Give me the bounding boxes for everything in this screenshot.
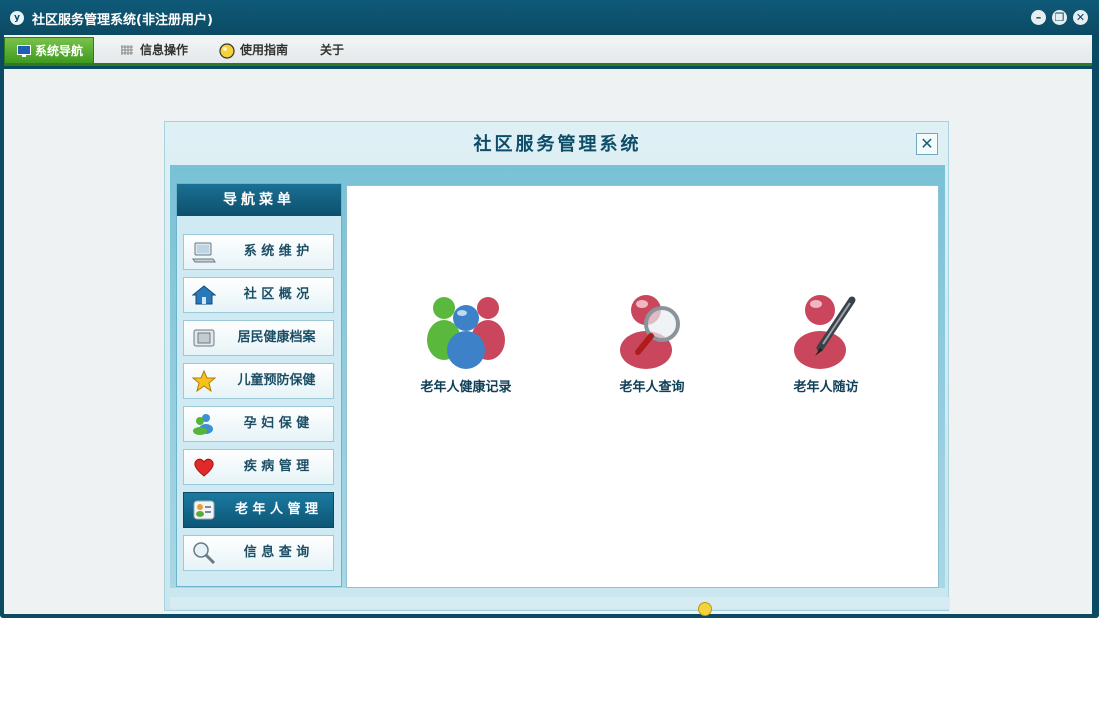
content-panel: 老年人健康记录 老年人查询 老年人随访 xyxy=(346,185,939,588)
menu-bar: 系统导航 信息操作 使用指南 关于 xyxy=(4,35,1092,66)
dialog-title: 社区服务管理系统 xyxy=(473,134,642,155)
tile-elderly-search[interactable]: 老年人查询 xyxy=(577,290,727,400)
nav-item-label: 居民健康档案 xyxy=(237,330,316,345)
folder-icon xyxy=(193,329,215,347)
nav-dialog: 社区服务管理系统 ✕ 导航菜单 系 统 维 护 社 区 概 况 居民健康档案 儿… xyxy=(164,121,950,616)
nav-item-system-maintenance[interactable]: 系 统 维 护 xyxy=(183,234,334,270)
tile-label: 老年人健康记录 xyxy=(420,380,512,395)
menu-item-label: 信息操作 xyxy=(140,43,189,57)
nav-item-label: 系 统 维 护 xyxy=(243,244,310,259)
menu-item-label: 使用指南 xyxy=(240,43,289,57)
contacts-icon xyxy=(193,500,215,520)
user-edit-icon xyxy=(794,295,856,369)
main-workspace: 社区服务管理系统 ✕ 导航菜单 系 统 维 护 社 区 概 况 居民健康档案 儿… xyxy=(4,69,1092,616)
nav-item-disease-management[interactable]: 疾 病 管 理 xyxy=(183,449,334,485)
nav-item-label: 社 区 概 况 xyxy=(243,287,310,302)
nav-menu-header: 导航菜单 xyxy=(177,184,341,216)
star-icon xyxy=(192,370,216,392)
dialog-close-button[interactable]: ✕ xyxy=(916,133,938,155)
magnifier-icon xyxy=(193,542,216,564)
close-window-button[interactable]: ✕ xyxy=(1073,10,1088,25)
menu-item-info-ops[interactable]: 信息操作 xyxy=(116,37,188,64)
nav-menu: 导航菜单 系 统 维 护 社 区 概 况 居民健康档案 儿童预防保健 孕 妇 保… xyxy=(176,183,342,587)
app-logo-icon: y xyxy=(10,11,24,25)
restore-button[interactable]: ❐ xyxy=(1052,10,1067,25)
window-title: 社区服务管理系统(非注册用户) xyxy=(32,13,213,28)
status-dot-icon xyxy=(698,602,712,616)
tile-elderly-followup[interactable]: 老年人随访 xyxy=(751,290,901,400)
users-group-icon xyxy=(427,297,505,369)
tile-elderly-health-records[interactable]: 老年人健康记录 xyxy=(391,290,541,400)
tile-label: 老年人随访 xyxy=(793,380,859,395)
nav-item-maternal-care[interactable]: 孕 妇 保 健 xyxy=(183,406,334,442)
menu-item-user-guide[interactable]: 使用指南 xyxy=(216,37,288,64)
dialog-footer xyxy=(170,597,950,616)
people-icon xyxy=(193,414,213,435)
title-bar[interactable]: y 社区服务管理系统(非注册用户) – ❐ ✕ xyxy=(0,0,1099,35)
menu-item-label: 关于 xyxy=(320,43,345,57)
nav-item-label: 信 息 查 询 xyxy=(243,545,310,560)
menu-item-label: 系统导航 xyxy=(35,44,84,58)
nav-item-elderly-management[interactable]: 老 年 人 管 理 xyxy=(183,492,334,528)
menu-item-about[interactable]: 关于 xyxy=(320,37,344,64)
nav-item-label: 老 年 人 管 理 xyxy=(234,502,319,517)
dialog-body: 导航菜单 系 统 维 护 社 区 概 况 居民健康档案 儿童预防保健 孕 妇 保… xyxy=(170,165,945,588)
bulb-icon xyxy=(219,43,235,59)
grid-icon xyxy=(121,45,133,55)
user-search-icon xyxy=(620,295,680,369)
minimize-button[interactable]: – xyxy=(1031,10,1046,25)
nav-item-label: 孕 妇 保 健 xyxy=(243,416,310,431)
app-window: y 社区服务管理系统(非注册用户) – ❐ ✕ 系统导航 信息操作 使用指南 关… xyxy=(0,0,1099,618)
menu-item-system-nav[interactable]: 系统导航 xyxy=(4,37,95,64)
nav-item-label: 疾 病 管 理 xyxy=(243,459,310,474)
tile-label: 老年人查询 xyxy=(619,380,685,395)
nav-item-child-prevention[interactable]: 儿童预防保健 xyxy=(183,363,334,399)
monitor-icon xyxy=(17,45,31,57)
nav-item-resident-health-records[interactable]: 居民健康档案 xyxy=(183,320,334,356)
computer-icon xyxy=(192,242,216,263)
heart-icon xyxy=(194,458,214,477)
nav-item-info-query[interactable]: 信 息 查 询 xyxy=(183,535,334,571)
nav-item-community-overview[interactable]: 社 区 概 况 xyxy=(183,277,334,313)
nav-item-label: 儿童预防保健 xyxy=(237,373,316,388)
home-icon xyxy=(192,285,216,305)
